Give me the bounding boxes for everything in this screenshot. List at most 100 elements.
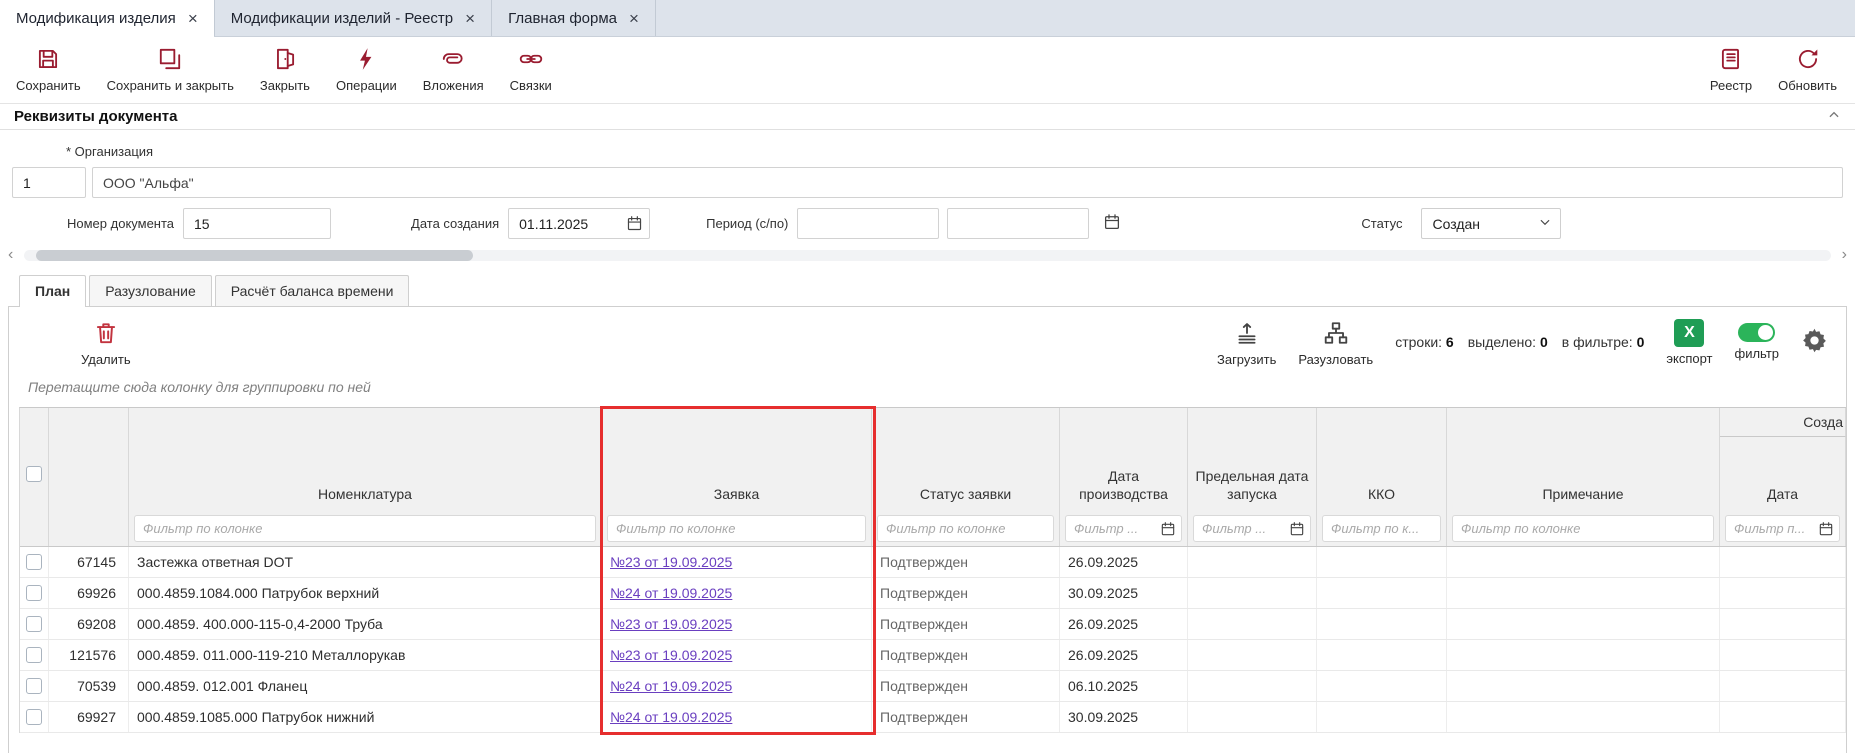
calendar-icon[interactable] xyxy=(626,215,643,235)
tab-time-balance[interactable]: Расчёт баланса времени xyxy=(215,275,410,306)
window-tab[interactable]: Главная форма × xyxy=(492,0,656,36)
group-header-created: Созда xyxy=(1720,408,1846,437)
cell-production-date: 06.10.2025 xyxy=(1060,671,1188,701)
delete-button[interactable]: Удалить xyxy=(81,318,131,367)
column-header-request-status[interactable]: Статус заявки xyxy=(872,437,1060,511)
window-tab[interactable]: Модификации изделий - Реестр × xyxy=(215,0,492,36)
attachments-button[interactable]: Вложения xyxy=(423,44,484,93)
close-button[interactable]: Закрыть xyxy=(260,44,310,93)
window-tab[interactable]: Модификация изделия × xyxy=(0,0,215,36)
row-checkbox[interactable] xyxy=(26,647,42,663)
checkbox-cell xyxy=(20,547,49,577)
filter-input-production-date[interactable] xyxy=(1065,515,1182,542)
column-header-note[interactable]: Примечание xyxy=(1447,437,1720,511)
cell-nomenclature: 000.4859.1085.000 Патрубок нижний xyxy=(129,702,602,732)
column-header-production-date[interactable]: Дата производства xyxy=(1060,437,1188,511)
cell-request-status: Подтвержден xyxy=(872,671,1060,701)
group-header-cell xyxy=(872,408,1060,437)
filter-input-request-status[interactable] xyxy=(877,515,1054,542)
operations-button[interactable]: Операции xyxy=(336,44,397,93)
column-header-deadline-date[interactable]: Предельная дата запуска xyxy=(1188,437,1317,511)
status-label: Статус xyxy=(1361,216,1402,231)
cell-request-status: Подтвержден xyxy=(872,609,1060,639)
save-close-button[interactable]: Сохранить и закрыть xyxy=(107,44,234,93)
organization-name-field[interactable] xyxy=(92,167,1843,198)
cell-deadline-date xyxy=(1188,578,1317,608)
status-select[interactable]: Создан xyxy=(1421,208,1561,239)
period-calendar-button[interactable] xyxy=(1103,213,1121,234)
cell-production-date: 30.09.2025 xyxy=(1060,578,1188,608)
filter-input-nomenclature[interactable] xyxy=(134,515,596,542)
filter-input-note[interactable] xyxy=(1452,515,1714,542)
table-row[interactable]: 121576 000.4859. 011.000-119-210 Металло… xyxy=(20,640,1846,671)
registry-button[interactable]: Реестр xyxy=(1710,44,1752,93)
filtered-counter: в фильтре: 0 xyxy=(1562,334,1645,350)
cell-id: 69208 xyxy=(49,609,129,639)
view-tab-strip: План Разузлование Расчёт баланса времени xyxy=(19,275,1855,306)
tab-close-icon[interactable]: × xyxy=(629,10,639,27)
filter-input-created-date[interactable] xyxy=(1725,515,1840,542)
scrollbar-thumb[interactable] xyxy=(36,250,473,261)
column-header-created-date[interactable]: Дата xyxy=(1720,437,1846,511)
table-row[interactable]: 69926 000.4859.1084.000 Патрубок верхний… xyxy=(20,578,1846,609)
export-label: экспорт xyxy=(1666,351,1712,366)
load-button[interactable]: Загрузить xyxy=(1217,318,1276,367)
table-row[interactable]: 69208 000.4859. 400.000-115-0,4-2000 Тру… xyxy=(20,609,1846,640)
column-header-id[interactable] xyxy=(49,437,129,511)
period-from-field[interactable] xyxy=(797,208,939,239)
request-link[interactable]: №24 от 19.09.2025 xyxy=(610,585,732,601)
period-to-field[interactable] xyxy=(947,208,1089,239)
filter-toggle[interactable] xyxy=(1738,323,1775,342)
excel-export-button[interactable]: X экспорт xyxy=(1666,319,1712,366)
row-checkbox[interactable] xyxy=(26,554,42,570)
scroll-left-arrow[interactable]: ‹ xyxy=(8,246,13,263)
paperclip-icon xyxy=(438,44,468,74)
links-button[interactable]: Связки xyxy=(510,44,552,93)
row-checkbox[interactable] xyxy=(26,678,42,694)
request-link[interactable]: №23 от 19.09.2025 xyxy=(610,616,732,632)
cell-id: 69926 xyxy=(49,578,129,608)
tab-plan[interactable]: План xyxy=(19,275,86,306)
registry-label: Реестр xyxy=(1710,78,1752,93)
toolbar-left-group: Сохранить Сохранить и закрыть Закрыть Оп… xyxy=(16,44,552,93)
filter-input-kko[interactable] xyxy=(1322,515,1441,542)
cell-request: №23 от 19.09.2025 xyxy=(602,640,872,670)
cell-deadline-date xyxy=(1188,702,1317,732)
refresh-button[interactable]: Обновить xyxy=(1778,44,1837,93)
scroll-right-arrow[interactable]: › xyxy=(1842,246,1847,263)
cell-note xyxy=(1447,578,1720,608)
request-link[interactable]: №23 от 19.09.2025 xyxy=(610,647,732,663)
group-header-cell xyxy=(1188,408,1317,437)
cell-note xyxy=(1447,640,1720,670)
row-checkbox[interactable] xyxy=(26,616,42,632)
table-row[interactable]: 67145 Застежка ответная DOT №23 от 19.09… xyxy=(20,547,1846,578)
row-checkbox[interactable] xyxy=(26,709,42,725)
checkbox-cell xyxy=(20,609,49,639)
razuzlovat-button[interactable]: Разузловать xyxy=(1298,318,1373,367)
cell-created-date xyxy=(1720,609,1846,639)
table-row[interactable]: 70539 000.4859. 012.001 Фланец №24 от 19… xyxy=(20,671,1846,702)
tab-razuzlovanie[interactable]: Разузлование xyxy=(89,275,212,306)
tab-close-icon[interactable]: × xyxy=(465,10,475,27)
save-button[interactable]: Сохранить xyxy=(16,44,81,93)
column-header-nomenclature[interactable]: Номенклатура xyxy=(129,437,602,511)
organization-code-field[interactable] xyxy=(12,167,86,198)
filter-input-deadline-date[interactable] xyxy=(1193,515,1311,542)
column-header-request[interactable]: Заявка xyxy=(602,437,872,511)
row-checkbox[interactable] xyxy=(26,585,42,601)
column-header-kko[interactable]: ККО xyxy=(1317,437,1447,511)
select-all-checkbox[interactable] xyxy=(26,466,42,482)
cell-id: 69927 xyxy=(49,702,129,732)
tab-close-icon[interactable]: × xyxy=(188,10,198,27)
plan-tab-panel: Удалить Загрузить Разузловать строки: 6 xyxy=(8,306,1847,753)
load-label: Загрузить xyxy=(1217,352,1276,367)
table-row[interactable]: 69927 000.4859.1085.000 Патрубок нижний … xyxy=(20,702,1846,733)
collapse-section-button[interactable] xyxy=(1827,108,1841,125)
cell-kko xyxy=(1317,640,1447,670)
request-link[interactable]: №24 от 19.09.2025 xyxy=(610,709,732,725)
request-link[interactable]: №23 от 19.09.2025 xyxy=(610,554,732,570)
settings-button[interactable] xyxy=(1801,327,1828,357)
doc-number-field[interactable] xyxy=(183,208,331,239)
filter-input-request[interactable] xyxy=(607,515,866,542)
request-link[interactable]: №24 от 19.09.2025 xyxy=(610,678,732,694)
